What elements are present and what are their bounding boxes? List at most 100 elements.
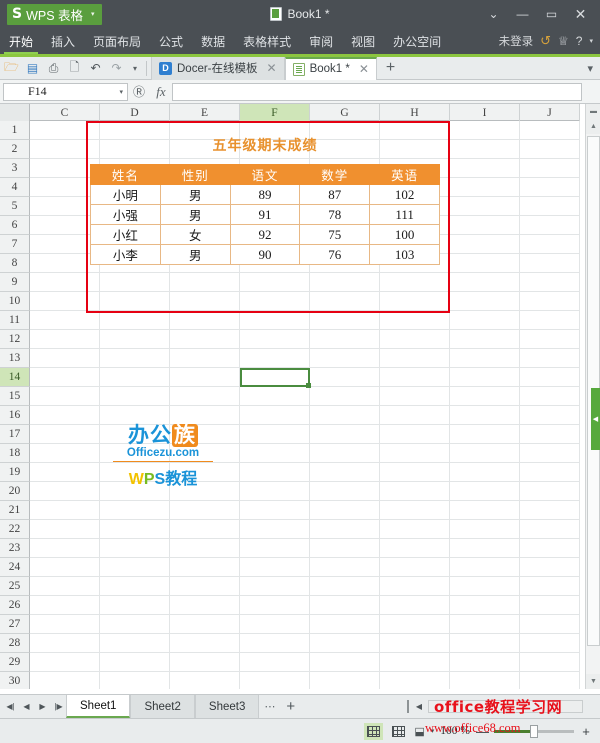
sheet-tab-sheet3[interactable]: Sheet3 <box>194 695 260 718</box>
tab-formula[interactable]: 公式 <box>150 28 192 54</box>
help-icon[interactable]: ? <box>576 34 583 48</box>
row-header-11[interactable]: 11 <box>0 311 30 330</box>
close-icon[interactable]: ✕ <box>267 61 277 75</box>
refresh-icon[interactable]: ↺ <box>540 33 551 49</box>
row-header-23[interactable]: 23 <box>0 539 30 558</box>
selected-cell-f14[interactable] <box>240 368 311 388</box>
close-icon[interactable]: ✕ <box>359 62 369 76</box>
column-header-j[interactable]: J <box>520 104 580 121</box>
chevron-down-icon[interactable]: ▾ <box>119 88 123 96</box>
row-header-10[interactable]: 10 <box>0 292 30 311</box>
row-header-8[interactable]: 8 <box>0 254 30 273</box>
row-header-14[interactable]: 14 <box>0 368 30 387</box>
scroll-left-icon[interactable]: ◀ <box>416 702 422 711</box>
row-header-21[interactable]: 21 <box>0 501 30 520</box>
column-header-e[interactable]: E <box>170 104 240 121</box>
next-sheet-icon[interactable]: ▶ <box>35 697 50 717</box>
name-box[interactable]: F14 ▾ <box>3 82 128 101</box>
document-tab-book1[interactable]: Book1 * ✕ <box>284 56 377 80</box>
column-header-c[interactable]: C <box>30 104 100 121</box>
row-header-25[interactable]: 25 <box>0 577 30 596</box>
first-sheet-icon[interactable]: ◀| <box>3 697 18 717</box>
row-header-5[interactable]: 5 <box>0 197 30 216</box>
tab-data[interactable]: 数据 <box>192 28 234 54</box>
tab-table-style[interactable]: 表格样式 <box>234 28 300 54</box>
row-header-13[interactable]: 13 <box>0 349 30 368</box>
zoom-in-button[interactable]: + <box>580 724 592 739</box>
column-header-i[interactable]: I <box>450 104 520 121</box>
row-header-7[interactable]: 7 <box>0 235 30 254</box>
page-layout-icon[interactable]: ⬓ <box>414 725 424 738</box>
view-pagebreak-button[interactable] <box>389 723 408 740</box>
tab-office-space[interactable]: 办公空间 <box>384 28 450 54</box>
last-sheet-icon[interactable]: |▶ <box>51 697 66 717</box>
tab-view[interactable]: 视图 <box>342 28 384 54</box>
scroll-down-icon[interactable]: ▼ <box>586 674 600 689</box>
row-header-27[interactable]: 27 <box>0 615 30 634</box>
help-chevron-down-icon[interactable]: ▾ <box>589 37 593 45</box>
row-header-2[interactable]: 2 <box>0 140 30 159</box>
cell-gender: 男 <box>159 244 231 265</box>
row-header-6[interactable]: 6 <box>0 216 30 235</box>
row-header-19[interactable]: 19 <box>0 463 30 482</box>
row-header-24[interactable]: 24 <box>0 558 30 577</box>
cell-math: 76 <box>299 244 371 265</box>
document-tab-docer-label: Docer-在线模板 <box>177 63 258 75</box>
row-header-30[interactable]: 30 <box>0 672 30 689</box>
add-sheet-button[interactable]: + <box>281 698 300 715</box>
column-header-g[interactable]: G <box>310 104 380 121</box>
select-all-corner[interactable] <box>0 104 30 121</box>
row-header-9[interactable]: 9 <box>0 273 30 292</box>
row-header-18[interactable]: 18 <box>0 444 30 463</box>
undo-icon[interactable]: ↶ <box>86 59 105 78</box>
grid-cells[interactable]: 五年级期末成绩 姓名 性别 语文 数学 英语 小明 男 89 87 102 小强… <box>30 121 580 689</box>
row-header-17[interactable]: 17 <box>0 425 30 444</box>
cell-english: 103 <box>369 244 440 265</box>
row-header-20[interactable]: 20 <box>0 482 30 501</box>
save-icon[interactable]: ▤ <box>23 59 42 78</box>
grid-line-horizontal <box>30 272 580 273</box>
new-document-button[interactable]: + <box>377 59 404 77</box>
print-preview-icon[interactable]: 🗋 <box>65 59 84 78</box>
column-header-f[interactable]: F <box>240 104 310 121</box>
print-icon[interactable]: ⎙ <box>44 59 63 78</box>
sheet-tab-sheet2[interactable]: Sheet2 <box>130 695 195 718</box>
skin-icon[interactable]: ♕ <box>558 34 569 48</box>
login-status-label[interactable]: 未登录 <box>499 33 534 49</box>
row-header-4[interactable]: 4 <box>0 178 30 197</box>
row-header-28[interactable]: 28 <box>0 634 30 653</box>
column-header-d[interactable]: D <box>100 104 170 121</box>
row-header-26[interactable]: 26 <box>0 596 30 615</box>
row-header-15[interactable]: 15 <box>0 387 30 406</box>
row-header-29[interactable]: 29 <box>0 653 30 672</box>
column-header-h[interactable]: H <box>380 104 450 121</box>
cell-english: 111 <box>369 204 440 225</box>
toolbar-overflow-icon[interactable]: ▾ <box>128 59 142 78</box>
redo-icon[interactable]: ↷ <box>107 59 126 78</box>
tab-insert[interactable]: 插入 <box>42 28 84 54</box>
row-header-12[interactable]: 12 <box>0 330 30 349</box>
side-panel-toggle[interactable]: ◀ <box>591 388 600 450</box>
row-header-22[interactable]: 22 <box>0 520 30 539</box>
row-header-1[interactable]: 1 <box>0 121 30 140</box>
tab-options-icon[interactable]: ▾ <box>587 62 600 75</box>
tab-review[interactable]: 审阅 <box>300 28 342 54</box>
tab-start[interactable]: 开始 <box>0 28 42 54</box>
lookup-icon[interactable]: Ⓡ <box>128 81 150 103</box>
column-chinese: 语文 <box>229 164 301 185</box>
document-tab-docer[interactable]: D Docer-在线模板 ✕ <box>151 56 285 80</box>
scroll-up-icon[interactable]: ▲ <box>586 119 600 134</box>
sheet-tab-sheet1[interactable]: Sheet1 <box>66 695 131 718</box>
open-icon[interactable]: 🗁 <box>2 59 21 78</box>
row-header-3[interactable]: 3 <box>0 159 30 178</box>
grid-line-horizontal <box>30 576 580 577</box>
formula-input[interactable] <box>172 82 582 101</box>
zoom-slider-knob[interactable] <box>530 724 538 738</box>
row-header-16[interactable]: 16 <box>0 406 30 425</box>
prev-sheet-icon[interactable]: ◀ <box>19 697 34 717</box>
insert-function-icon[interactable]: fx <box>150 81 172 103</box>
sheet-more-icon[interactable]: ⋯ <box>259 700 281 713</box>
scroll-collapse-icon[interactable]: ▬ <box>586 104 600 119</box>
view-normal-button[interactable] <box>364 722 384 740</box>
tab-page-layout[interactable]: 页面布局 <box>84 28 150 54</box>
